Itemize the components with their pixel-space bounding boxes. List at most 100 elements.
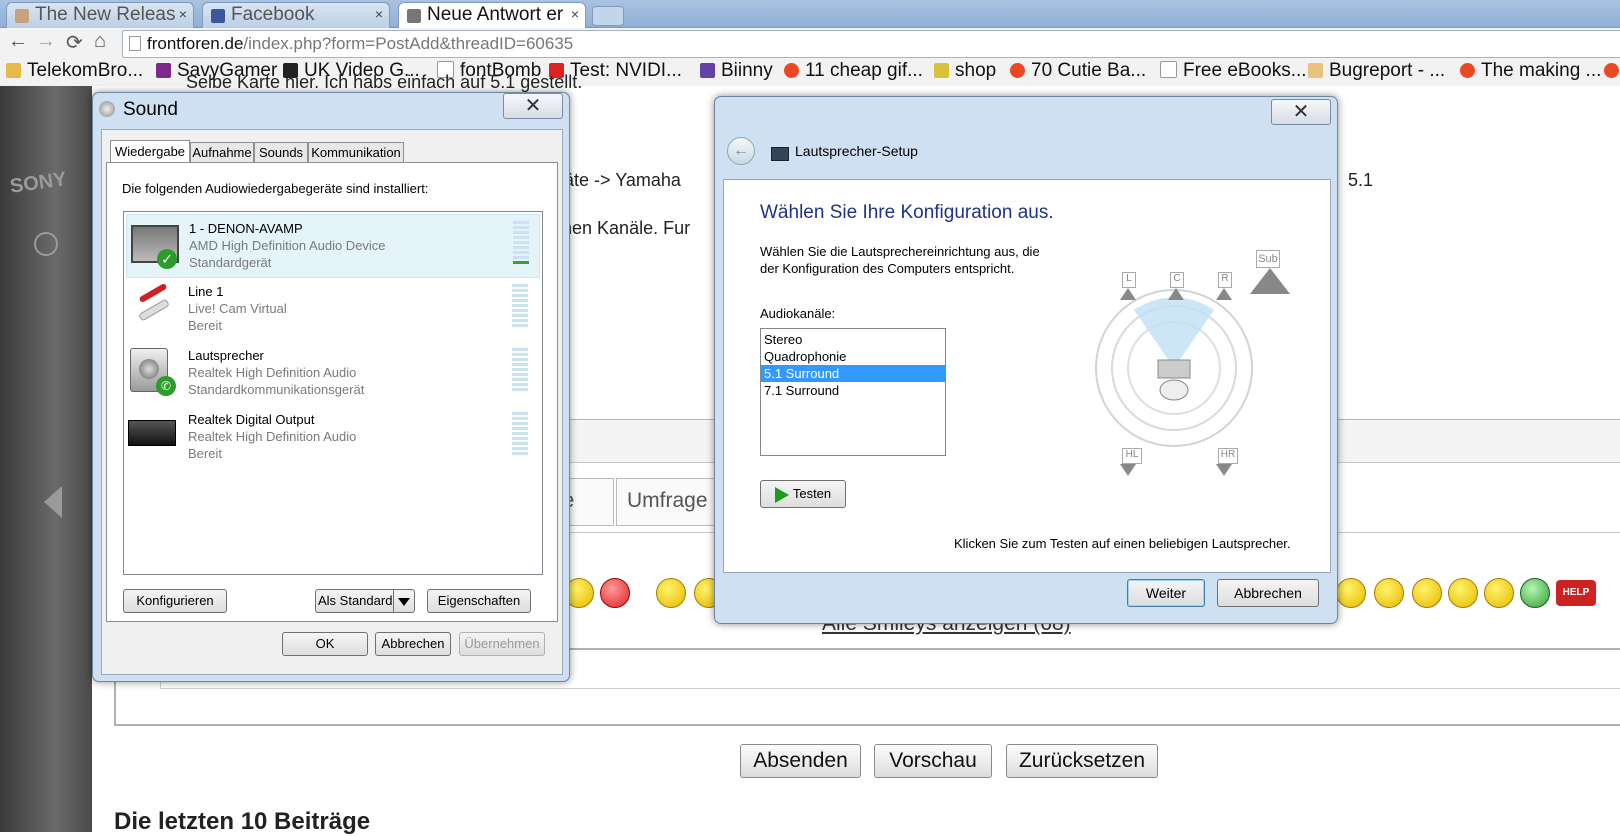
browser-tab-1[interactable]: The New Releas × bbox=[6, 2, 194, 28]
description-line: Wählen Sie die Lautsprechereinrichtung a… bbox=[760, 244, 1040, 259]
device-name: Realtek Digital Output bbox=[188, 412, 315, 427]
browser-tab-3-active[interactable]: Neue Antwort er × bbox=[398, 2, 586, 29]
bookmark-item[interactable]: 11 cheap gif... bbox=[784, 60, 923, 82]
page-icon bbox=[129, 36, 141, 51]
tab-poll[interactable]: Umfrage bbox=[616, 478, 728, 526]
angry-smiley-icon[interactable] bbox=[656, 578, 686, 608]
tab-recording[interactable]: Aufnahme bbox=[190, 142, 254, 163]
grin-smiley-icon[interactable] bbox=[1520, 578, 1550, 608]
bookmark-item[interactable]: TelekomBro... bbox=[6, 60, 143, 82]
left-speaker-icon[interactable] bbox=[1120, 288, 1136, 300]
bookmark-item[interactable]: 70 Cutie Ba... bbox=[1010, 60, 1146, 82]
right-speaker-icon[interactable] bbox=[1216, 288, 1232, 300]
bookmark-favicon-icon bbox=[934, 63, 949, 78]
smiley-icon[interactable] bbox=[1412, 578, 1442, 608]
tab-communication[interactable]: Kommunikation bbox=[308, 142, 404, 163]
bookmark-item[interactable]: Biinny bbox=[700, 60, 773, 82]
center-speaker-icon[interactable] bbox=[1168, 288, 1184, 300]
subwoofer-icon[interactable] bbox=[1250, 268, 1290, 294]
close-icon[interactable]: ✕ bbox=[503, 93, 563, 119]
sound-dialog-body: Wiedergabe Aufnahme Sounds Kommunikation… bbox=[101, 129, 563, 675]
device-status: Bereit bbox=[188, 318, 222, 333]
rear-left-speaker-icon[interactable] bbox=[1120, 464, 1136, 476]
bookmark-overflow[interactable] bbox=[1604, 60, 1620, 82]
bookmark-favicon-icon bbox=[1308, 63, 1323, 78]
submit-button[interactable]: Absenden bbox=[740, 744, 861, 778]
ok-button[interactable]: OK bbox=[282, 632, 368, 656]
twitch-icon bbox=[700, 63, 715, 78]
device-list[interactable]: ✓ 1 - DENON-AVAMP AMD High Definition Au… bbox=[123, 211, 543, 575]
config-heading: Wählen Sie Ihre Konfiguration aus. bbox=[760, 202, 1054, 223]
channels-listbox[interactable]: Stereo Quadrophonie 5.1 Surround 7.1 Sur… bbox=[760, 328, 946, 456]
channel-option[interactable]: 7.1 Surround bbox=[761, 382, 945, 399]
properties-button[interactable]: Eigenschaften bbox=[427, 589, 531, 613]
bookmark-favicon-icon bbox=[156, 63, 171, 78]
close-icon[interactable]: ✕ bbox=[1271, 99, 1331, 125]
level-meter bbox=[512, 348, 528, 393]
speaker-app-icon bbox=[99, 101, 115, 117]
next-button[interactable]: Weiter bbox=[1127, 579, 1205, 607]
tab-close-icon[interactable]: × bbox=[571, 6, 579, 22]
back-arrow-icon[interactable]: ← bbox=[727, 137, 755, 165]
tab-title: Facebook bbox=[231, 4, 315, 25]
configure-button[interactable]: Konfigurieren bbox=[123, 589, 227, 613]
power-icon bbox=[34, 232, 58, 256]
post-text-line-end: 5.1 bbox=[1348, 170, 1374, 190]
bookmark-item[interactable]: The making ... bbox=[1460, 60, 1601, 82]
tab-close-icon[interactable]: × bbox=[375, 6, 383, 22]
reload-icon[interactable]: ⟳ bbox=[66, 30, 83, 55]
channel-option[interactable]: Stereo bbox=[761, 331, 945, 348]
set-default-dropdown[interactable] bbox=[393, 589, 415, 613]
device-item[interactable]: Line 1 Live! Cam Virtual Bereit bbox=[126, 278, 538, 340]
back-arrow-icon[interactable]: ← bbox=[8, 30, 28, 53]
test-label: Testen bbox=[792, 486, 832, 501]
test-button[interactable]: Testen bbox=[760, 480, 846, 508]
cancel-button[interactable]: Abbrechen bbox=[1217, 579, 1319, 607]
bookmark-label: TelekomBro... bbox=[27, 60, 144, 81]
chevron-down-icon bbox=[398, 597, 410, 606]
tab-title: The New Releas bbox=[35, 4, 176, 25]
glasses-smiley-icon[interactable] bbox=[1484, 578, 1514, 608]
sound-dialog: Sound ✕ Wiedergabe Aufnahme Sounds Kommu… bbox=[92, 92, 570, 682]
device-status: Standardkommunikationsgerät bbox=[188, 382, 365, 397]
speaker-diagram[interactable]: Sub L C R HL HR bbox=[1084, 250, 1324, 490]
forward-arrow-icon[interactable]: → bbox=[36, 30, 56, 53]
exclamation-smiley-icon[interactable] bbox=[1374, 578, 1404, 608]
bookmark-item[interactable]: Free eBooks... bbox=[1160, 60, 1307, 82]
apply-button[interactable]: Übernehmen bbox=[459, 632, 545, 656]
left-speaker-label: L bbox=[1122, 272, 1136, 288]
device-item[interactable]: ✆ Lautsprecher Realtek High Definition A… bbox=[126, 342, 538, 404]
help-smiley-icon[interactable]: HELP bbox=[1556, 580, 1596, 606]
device-item[interactable]: Realtek Digital Output Realtek High Defi… bbox=[126, 406, 538, 468]
confused-smiley-icon[interactable] bbox=[1448, 578, 1478, 608]
rear-right-speaker-label: HR bbox=[1218, 448, 1238, 464]
tab-favicon-icon bbox=[407, 9, 421, 23]
browser-tab-2[interactable]: Facebook × bbox=[202, 2, 390, 28]
speaker-setup-dialog: ✕ ← Lautsprecher-Setup Wählen Sie Ihre K… bbox=[714, 96, 1338, 624]
bookmark-item[interactable]: shop bbox=[934, 60, 996, 82]
stumbleupon-icon bbox=[1010, 63, 1025, 78]
stumbleupon-icon bbox=[784, 63, 799, 78]
address-bar[interactable]: frontforen.de/index.php?form=PostAdd&thr… bbox=[122, 30, 1620, 58]
preview-button[interactable]: Vorschau bbox=[874, 744, 992, 778]
cancel-button[interactable]: Abbrechen bbox=[375, 632, 451, 656]
tab-playback[interactable]: Wiedergabe bbox=[110, 140, 190, 163]
channel-option[interactable]: Quadrophonie bbox=[761, 348, 945, 365]
new-tab-button[interactable] bbox=[592, 6, 624, 26]
sub-speaker-label: Sub bbox=[1256, 250, 1280, 268]
bookmark-item[interactable]: Bugreport - ... bbox=[1308, 60, 1445, 82]
channel-option-selected[interactable]: 5.1 Surround bbox=[761, 365, 945, 382]
device-description: Live! Cam Virtual bbox=[188, 301, 287, 316]
reset-button[interactable]: Zurücksetzen bbox=[1006, 744, 1158, 778]
device-item[interactable]: ✓ 1 - DENON-AVAMP AMD High Definition Au… bbox=[126, 214, 540, 278]
set-default-button[interactable]: Als Standard bbox=[315, 589, 396, 613]
tab-sounds[interactable]: Sounds bbox=[254, 142, 308, 163]
rear-right-speaker-icon[interactable] bbox=[1216, 464, 1232, 476]
kiss-smiley-icon[interactable] bbox=[600, 578, 630, 608]
speaker-dialog-title: Lautsprecher-Setup bbox=[795, 143, 918, 159]
tab-close-icon[interactable]: × bbox=[179, 6, 187, 22]
question-smiley-icon[interactable] bbox=[1336, 578, 1366, 608]
bookmark-label: Bugreport - ... bbox=[1329, 60, 1446, 81]
bookmark-label: 70 Cutie Ba... bbox=[1031, 60, 1147, 81]
home-icon[interactable]: ⌂ bbox=[94, 30, 106, 53]
